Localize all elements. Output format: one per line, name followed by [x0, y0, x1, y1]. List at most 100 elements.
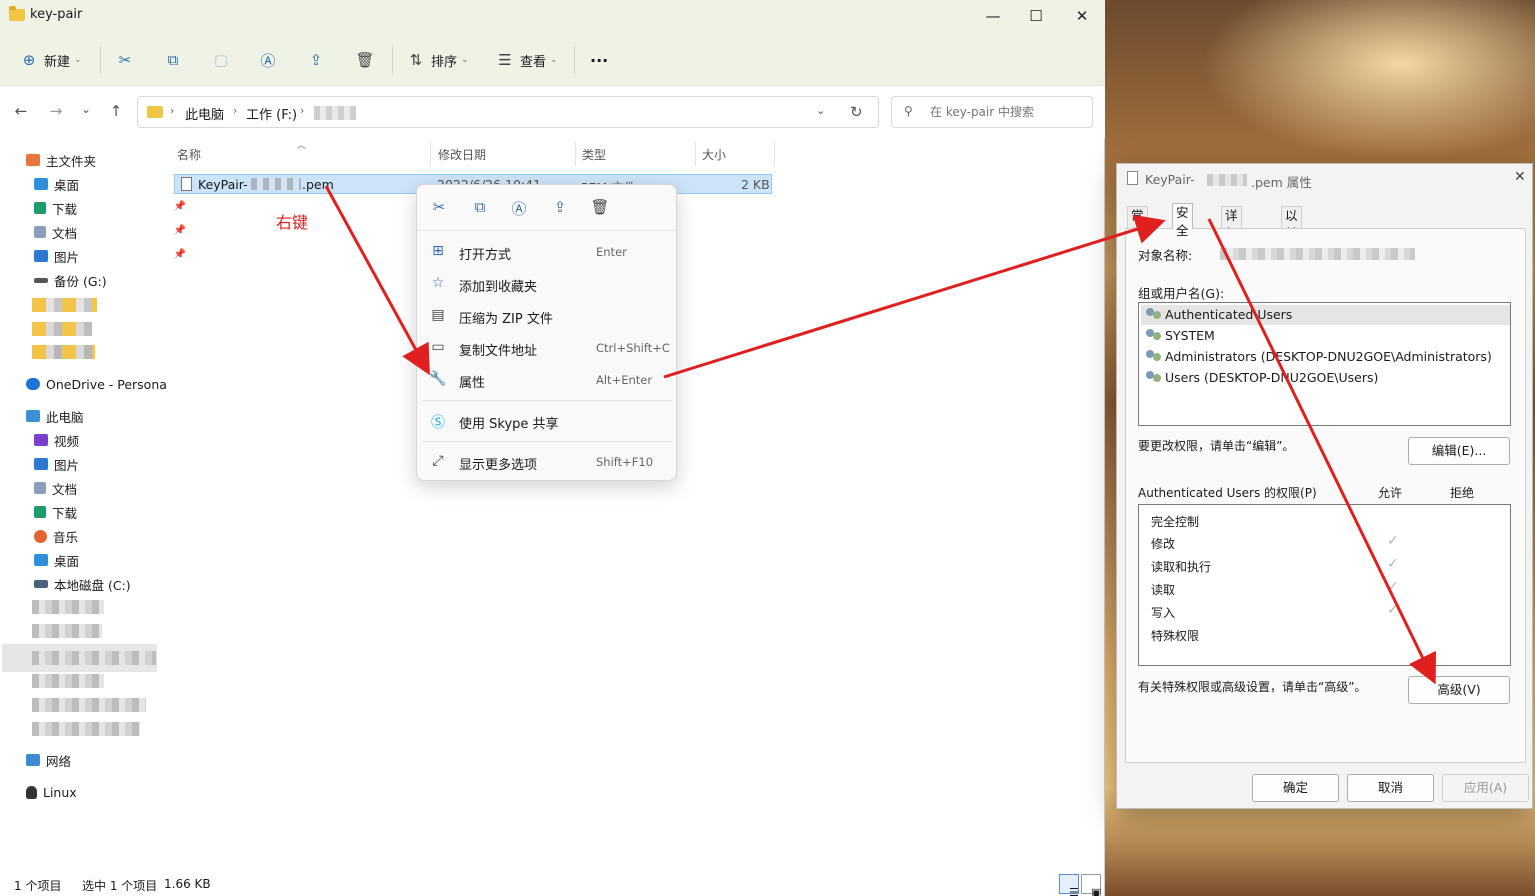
minimize-button[interactable]: —: [973, 4, 1013, 28]
share-icon[interactable]: ⇪: [550, 198, 570, 218]
permission-list: 完全控制 修改 ✓ 读取和执行 ✓ 读取 ✓ 写入 ✓ 特殊权限: [1138, 504, 1511, 666]
menu-item-add-favorite[interactable]: ☆ 添加到收藏夹: [417, 269, 678, 299]
new-button[interactable]: ⊕ 新建 ⌄: [20, 49, 82, 71]
tab-details[interactable]: 详细信息: [1221, 206, 1242, 277]
allow-check-icon: ✓: [1387, 556, 1399, 572]
permission-name: 读取: [1151, 583, 1176, 597]
breadcrumb-drive[interactable]: 工作 (F:): [246, 104, 297, 123]
navigation-pane: 主文件夹 桌面📌 下载📌 文档📌 图片📌 备份 (G:) OneDrive - …: [0, 138, 186, 868]
menu-item-show-more[interactable]: ⤢ 显示更多选项 Shift+F10: [417, 447, 678, 477]
back-icon[interactable]: ←: [10, 102, 32, 122]
up-icon[interactable]: ↑: [105, 102, 127, 122]
users-icon: [1146, 371, 1162, 385]
file-name-suffix: .pem: [302, 177, 334, 192]
users-icon: [1146, 350, 1162, 364]
users-icon: [1146, 329, 1162, 343]
scissors-icon[interactable]: ✂: [429, 198, 449, 218]
permission-name: 修改: [1151, 537, 1176, 551]
menu-item-shortcut: Ctrl+Shift+C: [596, 341, 670, 355]
ok-button[interactable]: 确定: [1252, 774, 1339, 802]
copy-icon[interactable]: ⧉: [470, 198, 490, 218]
column-header-name[interactable]: 名称: [177, 146, 201, 163]
advanced-button[interactable]: 高级(V): [1408, 676, 1510, 704]
menu-item-label: 属性: [459, 376, 486, 391]
tab-previous-versions[interactable]: 以前的版本: [1281, 206, 1302, 295]
list-item[interactable]: Administrators (DESKTOP-DNU2GOE\Administ…: [1141, 347, 1510, 367]
new-label: 新建: [44, 54, 71, 70]
maximize-button[interactable]: ☐: [1016, 4, 1056, 28]
tab-general[interactable]: 常规: [1127, 206, 1148, 241]
view-button[interactable]: ☰ 查看 ⌄: [496, 49, 557, 71]
menu-item-label: 打开方式: [459, 248, 512, 263]
tiles-view-icon: ▣: [1091, 886, 1102, 896]
forward-icon[interactable]: →: [45, 102, 67, 122]
toolbar-divider: [392, 46, 393, 74]
user-name: Administrators (DESKTOP-DNU2GOE\Administ…: [1165, 349, 1492, 364]
menu-item-skype-share[interactable]: Ⓢ 使用 Skype 共享: [417, 406, 678, 436]
address-bar[interactable]: › 此电脑 › 工作 (F:) › ⌄ ↻: [137, 96, 879, 128]
list-item[interactable]: SYSTEM: [1141, 326, 1510, 346]
tiles-view-button[interactable]: ▣: [1081, 874, 1102, 896]
permission-name: 读取和执行: [1151, 560, 1212, 574]
cut-button[interactable]: ✂: [116, 49, 134, 71]
column-divider[interactable]: [430, 142, 431, 166]
details-view-button[interactable]: ☰: [1059, 874, 1079, 896]
column-header-type[interactable]: 类型: [582, 146, 606, 163]
chevron-down-icon[interactable]: ⌄: [816, 104, 825, 117]
paste-button[interactable]: ▢: [212, 49, 230, 71]
apply-button[interactable]: 应用(A): [1442, 774, 1529, 802]
share-button[interactable]: ⇪: [307, 49, 325, 71]
menu-item-open-with[interactable]: ⊞ 打开方式 Enter: [417, 237, 678, 267]
list-item[interactable]: Users (DESKTOP-DNU2GOE\Users): [1141, 368, 1510, 388]
user-list[interactable]: Authenticated Users SYSTEM Administrator…: [1138, 302, 1511, 426]
column-header-date[interactable]: 修改日期: [438, 146, 486, 163]
sort-button[interactable]: ⇅ 排序 ⌄: [407, 49, 469, 71]
list-item[interactable]: Authenticated Users: [1141, 305, 1510, 325]
file-icon: [181, 177, 192, 191]
title-bar[interactable]: key-pair — ☐ ✕: [0, 0, 1105, 32]
copy-button[interactable]: ⧉: [164, 49, 182, 71]
close-icon[interactable]: ✕: [1514, 169, 1526, 185]
rename-icon[interactable]: Ⓐ: [509, 198, 529, 218]
close-button[interactable]: ✕: [1062, 4, 1102, 28]
more-options-button[interactable]: ···: [590, 49, 608, 71]
folder-icon: [9, 6, 25, 21]
document-icon: [34, 226, 46, 238]
menu-item-properties[interactable]: 🔧 属性 Alt+Enter: [417, 365, 678, 395]
users-icon: [1146, 308, 1162, 322]
breadcrumb-this-pc[interactable]: 此电脑: [185, 104, 224, 123]
permission-name: 特殊权限: [1151, 629, 1200, 643]
refresh-icon[interactable]: ↻: [850, 103, 863, 121]
column-divider[interactable]: [575, 142, 576, 166]
star-icon: ☆: [431, 275, 445, 291]
menu-item-shortcut: Shift+F10: [596, 455, 654, 469]
recent-locations-icon[interactable]: ⌄: [75, 102, 97, 122]
search-box[interactable]: ⚲: [891, 96, 1093, 128]
edit-button[interactable]: 编辑(E)...: [1408, 437, 1510, 465]
menu-item-copy-path[interactable]: ▭ 复制文件地址 Ctrl+Shift+C: [417, 333, 678, 363]
trash-icon: 🗑: [355, 51, 375, 69]
sort-label: 排序: [431, 54, 458, 70]
menu-item-label: 复制文件地址: [459, 344, 538, 359]
right-click-annotation: 右键: [276, 213, 309, 232]
column-divider[interactable]: [695, 142, 696, 166]
trash-icon[interactable]: 🗑: [590, 198, 610, 218]
chevron-right-icon: ›: [233, 104, 238, 117]
sidebar-item-label: 图片: [54, 249, 80, 265]
menu-item-label: 显示更多选项: [459, 458, 538, 473]
command-bar: ⊕ 新建 ⌄ ✂ ⧉ ▢ Ⓐ ⇪ 🗑 ⇅ 排序 ⌄ ☰ 查看 ⌄ ···: [0, 32, 1105, 86]
menu-item-label: 添加到收藏夹: [459, 280, 538, 295]
cancel-button[interactable]: 取消: [1347, 774, 1434, 802]
allow-check-icon: ✓: [1387, 602, 1399, 618]
menu-item-compress-zip[interactable]: ▤ 压缩为 ZIP 文件: [417, 301, 678, 331]
column-header-size[interactable]: 大小: [702, 146, 726, 163]
delete-button[interactable]: 🗑: [355, 49, 375, 71]
sidebar-item-label: 下载: [52, 201, 78, 217]
search-input[interactable]: [930, 103, 1086, 121]
sidebar-item-label: 桌面: [54, 177, 80, 193]
tab-security[interactable]: 安全: [1172, 203, 1193, 238]
rename-button[interactable]: Ⓐ: [259, 49, 277, 71]
view-label: 查看: [520, 54, 547, 70]
context-menu: ✂ ⧉ Ⓐ ⇪ 🗑 ⊞ 打开方式 Enter ☆ 添加到收藏夹 ▤ 压缩为 ZIP 文件…: [416, 184, 678, 481]
column-divider[interactable]: [774, 142, 775, 166]
